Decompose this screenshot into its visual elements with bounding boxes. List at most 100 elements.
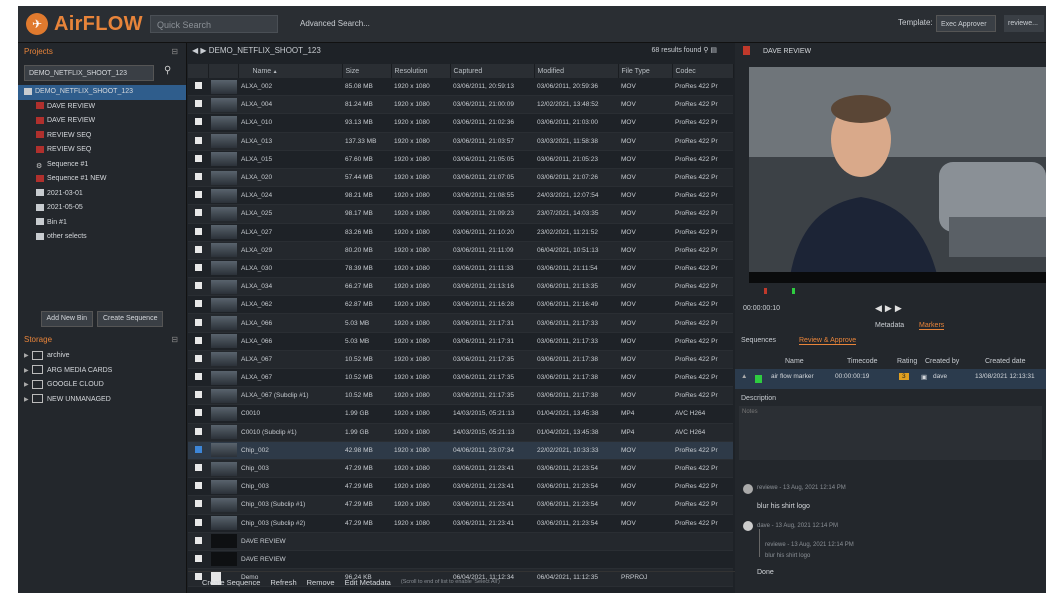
- forward-icon[interactable]: ▶: [200, 46, 206, 55]
- edit-metadata-link[interactable]: Edit Metadata: [345, 578, 391, 587]
- row-checkbox[interactable]: [194, 409, 202, 417]
- row-checkbox[interactable]: [194, 445, 202, 453]
- tree-item[interactable]: DAVE REVIEW: [18, 100, 186, 115]
- project-filter-input[interactable]: DEMO_NETFLIX_SHOOT_123: [24, 65, 154, 81]
- storage-item[interactable]: ▶ archive: [18, 349, 186, 364]
- app-logo[interactable]: ✈ AirFLOW: [26, 12, 143, 36]
- column-header[interactable]: Name ▲: [238, 64, 343, 78]
- prev-frame-icon[interactable]: ◀: [875, 303, 885, 313]
- column-header[interactable]: Codec: [672, 64, 734, 78]
- expand-icon[interactable]: ▲: [741, 373, 747, 380]
- row-checkbox[interactable]: [194, 245, 202, 253]
- refresh-link[interactable]: Refresh: [270, 578, 296, 587]
- column-header[interactable]: File Type: [618, 64, 673, 78]
- table-row[interactable]: DAVE REVIEW: [188, 532, 733, 551]
- add-bin-button[interactable]: Add New Bin: [40, 311, 93, 327]
- tree-item[interactable]: REVIEW SEQ: [18, 129, 186, 144]
- table-row[interactable]: ALXA_029 80.20 MB 1920 x 1080 03/06/2011, 2…: [188, 241, 733, 260]
- row-checkbox[interactable]: [194, 427, 202, 435]
- row-checkbox[interactable]: [194, 100, 202, 108]
- tab-review-approve[interactable]: Review & Approve: [799, 337, 857, 345]
- tab-metadata[interactable]: Metadata: [875, 322, 904, 329]
- row-checkbox[interactable]: [194, 464, 202, 472]
- storage-item[interactable]: ▶ ARG MEDIA CARDS: [18, 364, 186, 379]
- table-row[interactable]: ALXA_034 66.27 MB 1920 x 1080 03/06/2011, 2…: [188, 277, 733, 297]
- notes-field[interactable]: Notes: [739, 406, 1042, 460]
- column-header[interactable]: Resolution: [391, 64, 451, 78]
- breadcrumb-project[interactable]: DEMO_NETFLIX_SHOOT_123: [209, 46, 321, 55]
- row-checkbox[interactable]: [194, 118, 202, 126]
- row-checkbox[interactable]: [194, 518, 202, 526]
- row-checkbox[interactable]: [194, 336, 202, 344]
- expand-icon[interactable]: ▶: [24, 393, 29, 408]
- table-row[interactable]: Chip_002 42.98 MB 1920 x 1080 04/06/2011, 2…: [188, 441, 733, 460]
- expand-icon[interactable]: ▶: [24, 364, 29, 379]
- column-header[interactable]: Size: [342, 64, 392, 78]
- table-row[interactable]: ALXA_002 85.08 MB 1920 x 1080 03/06/2011, 2…: [188, 78, 733, 97]
- table-row[interactable]: ALXA_025 98.17 MB 1920 x 1080 03/06/2011, 2…: [188, 204, 733, 224]
- table-row[interactable]: Chip_003 47.29 MB 1920 x 1080 03/06/2011, 2…: [188, 459, 733, 479]
- table-row[interactable]: ALXA_067 10.52 MB 1920 x 1080 03/06/2011, 2…: [188, 350, 733, 370]
- user-menu[interactable]: reviewe...: [1004, 15, 1044, 32]
- table-row[interactable]: ALXA_067 (Subclip #1) 10.52 MB 1920 x 1080…: [188, 386, 733, 406]
- table-row[interactable]: ALXA_010 93.13 MB 1920 x 1080 03/06/2011, 2…: [188, 113, 733, 133]
- tab-sequences[interactable]: Sequences: [741, 337, 776, 344]
- video-player[interactable]: [749, 67, 1046, 283]
- row-checkbox[interactable]: [194, 282, 202, 290]
- row-checkbox[interactable]: [194, 373, 202, 381]
- row-checkbox[interactable]: [194, 500, 202, 508]
- tree-item[interactable]: DEMO_NETFLIX_SHOOT_123: [18, 85, 186, 100]
- table-row[interactable]: ALXA_066 5.03 MB 1920 x 1080 03/06/2011, 21…: [188, 332, 733, 351]
- tree-item[interactable]: 2021-03-01: [18, 187, 186, 202]
- row-checkbox[interactable]: [194, 536, 202, 544]
- tab-markers[interactable]: Markers: [919, 322, 945, 330]
- table-row[interactable]: ALXA_067 10.52 MB 1920 x 1080 03/06/2011, 2…: [188, 368, 733, 388]
- column-header[interactable]: Modified: [534, 64, 619, 78]
- quick-search-input[interactable]: Quick Search: [150, 15, 278, 33]
- remove-link[interactable]: Remove: [307, 578, 335, 587]
- table-row[interactable]: ALXA_066 5.03 MB 1920 x 1080 03/06/2011, 21…: [188, 313, 733, 333]
- row-checkbox[interactable]: [194, 82, 202, 90]
- marker-row[interactable]: ▲ air flow marker 00:00:00:19 3 ▣ dave 1…: [735, 369, 1046, 389]
- row-checkbox[interactable]: [194, 173, 202, 181]
- tree-item[interactable]: 2021-05-05: [18, 201, 186, 216]
- table-row[interactable]: Chip_003 (Subclip #1) 47.29 MB 1920 x 1080…: [188, 495, 733, 515]
- pin-icon[interactable]: ⊟: [171, 45, 178, 59]
- row-checkbox[interactable]: [194, 263, 202, 271]
- row-checkbox[interactable]: [194, 136, 202, 144]
- template-select[interactable]: Exec Approver: [936, 15, 996, 32]
- storage-item[interactable]: ▶ NEW UNMANAGED: [18, 393, 186, 408]
- row-checkbox[interactable]: [194, 227, 202, 235]
- row-checkbox[interactable]: [194, 354, 202, 362]
- next-frame-icon[interactable]: ▶: [895, 303, 905, 313]
- row-checkbox[interactable]: [194, 554, 202, 562]
- list-view-icon[interactable]: ▤: [710, 47, 717, 54]
- table-row[interactable]: ALXA_024 98.21 MB 1920 x 1080 03/06/2011, 2…: [188, 186, 733, 206]
- row-checkbox[interactable]: [194, 154, 202, 162]
- table-row[interactable]: C0010 (Subclip #1) 1.99 GB 1920 x 1080 14/0…: [188, 423, 733, 442]
- tree-item[interactable]: DAVE REVIEW: [18, 114, 186, 129]
- playhead-marker[interactable]: [792, 288, 795, 294]
- tree-item[interactable]: REVIEW SEQ: [18, 143, 186, 158]
- create-sequence-button[interactable]: Create Sequence: [96, 311, 164, 327]
- create-sequence-link[interactable]: Create Sequence: [202, 578, 260, 587]
- table-row[interactable]: ALXA_004 81.24 MB 1920 x 1080 03/06/2011, 2…: [188, 95, 733, 115]
- table-row[interactable]: ALXA_062 62.87 MB 1920 x 1080 03/06/2011, 2…: [188, 295, 733, 315]
- table-row[interactable]: ALXA_015 67.60 MB 1920 x 1080 03/06/2011, 2…: [188, 150, 733, 169]
- expand-icon[interactable]: ▶: [24, 349, 29, 364]
- row-checkbox[interactable]: [194, 191, 202, 199]
- column-header[interactable]: Captured: [450, 64, 535, 78]
- table-row[interactable]: DAVE REVIEW: [188, 550, 733, 570]
- row-checkbox[interactable]: [194, 318, 202, 326]
- tree-item[interactable]: other selects: [18, 230, 186, 245]
- play-icon[interactable]: ▶: [885, 303, 895, 313]
- table-row[interactable]: ALXA_013 137.33 MB 1920 x 1080 03/06/2011, …: [188, 132, 733, 151]
- timeline-scrubber[interactable]: [735, 285, 1046, 297]
- expand-icon[interactable]: ▶: [24, 378, 29, 393]
- table-row[interactable]: C0010 1.99 GB 1920 x 1080 14/03/2015, 05:21…: [188, 404, 733, 424]
- tree-item[interactable]: Bin #1: [18, 216, 186, 231]
- table-row[interactable]: Chip_003 47.29 MB 1920 x 1080 03/06/2011, 2…: [188, 477, 733, 497]
- row-checkbox[interactable]: [194, 209, 202, 217]
- advanced-search-link[interactable]: Advanced Search...: [300, 19, 370, 28]
- table-row[interactable]: ALXA_020 57.44 MB 1920 x 1080 03/06/2011, 2…: [188, 168, 733, 188]
